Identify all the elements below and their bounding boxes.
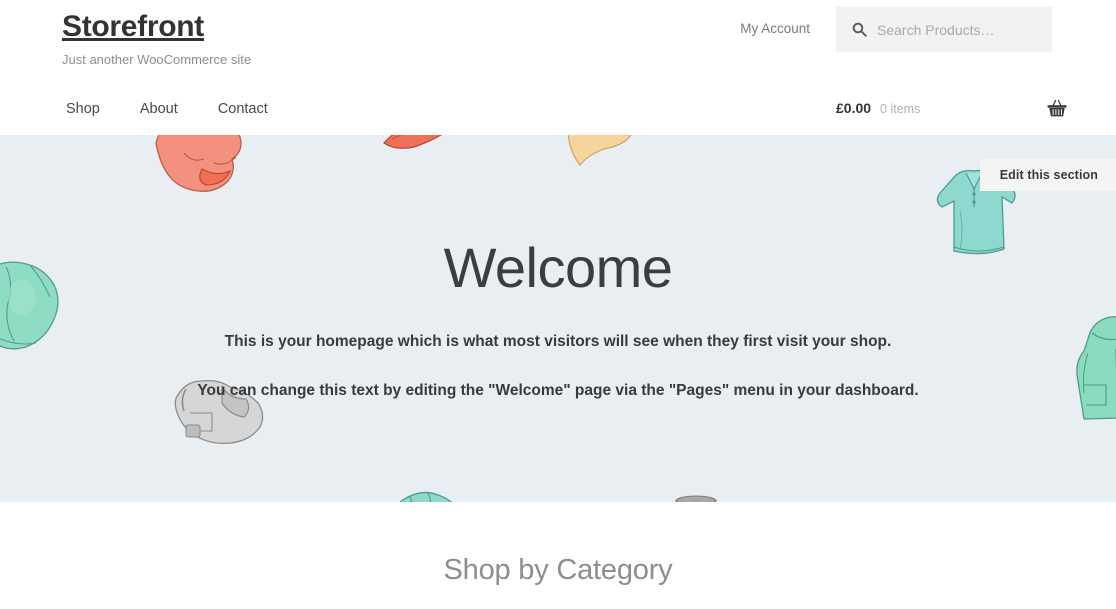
- basket-icon: [1046, 98, 1068, 118]
- cart-contents-link[interactable]: £0.00 0 items: [836, 98, 1068, 118]
- search-input[interactable]: [877, 21, 1058, 38]
- nav-item-contact[interactable]: Contact: [214, 99, 272, 119]
- primary-navigation: Shop About Contact: [62, 99, 272, 119]
- site-header: Storefront Just another WooCommerce site…: [0, 0, 1116, 135]
- shop-by-category-section: Shop by Category: [0, 502, 1116, 609]
- hero-title: Welcome: [443, 236, 673, 299]
- my-account-link[interactable]: My Account: [740, 21, 810, 36]
- mint-shirt-bottom-illustration: [380, 485, 472, 502]
- cart-total: £0.00: [836, 100, 872, 116]
- search-icon: [852, 22, 867, 37]
- hero-content: Welcome This is your homepage which is w…: [0, 135, 1116, 402]
- site-tagline: Just another WooCommerce site: [62, 52, 252, 67]
- product-search-form[interactable]: [836, 7, 1058, 52]
- gray-cap-illustration: [672, 493, 720, 502]
- cart-amounts: £0.00 0 items: [836, 100, 920, 116]
- branding: Storefront Just another WooCommerce site: [62, 10, 251, 68]
- cart-item-count: 0 items: [880, 102, 921, 116]
- hero-section: Edit this section Welcome This is your h…: [0, 135, 1116, 502]
- nav-item-shop[interactable]: Shop: [62, 99, 104, 119]
- hero-paragraph-1: This is your homepage which is what most…: [224, 332, 892, 350]
- site-title[interactable]: Storefront: [62, 10, 204, 43]
- nav-item-about[interactable]: About: [136, 99, 182, 119]
- hero-paragraph-2: You can change this text by editing the …: [197, 382, 919, 400]
- edit-this-section-button[interactable]: Edit this section: [979, 159, 1116, 191]
- shop-by-category-heading: Shop by Category: [443, 554, 673, 586]
- navigation-row: Shop About Contact £0.00 0 items: [0, 86, 1116, 135]
